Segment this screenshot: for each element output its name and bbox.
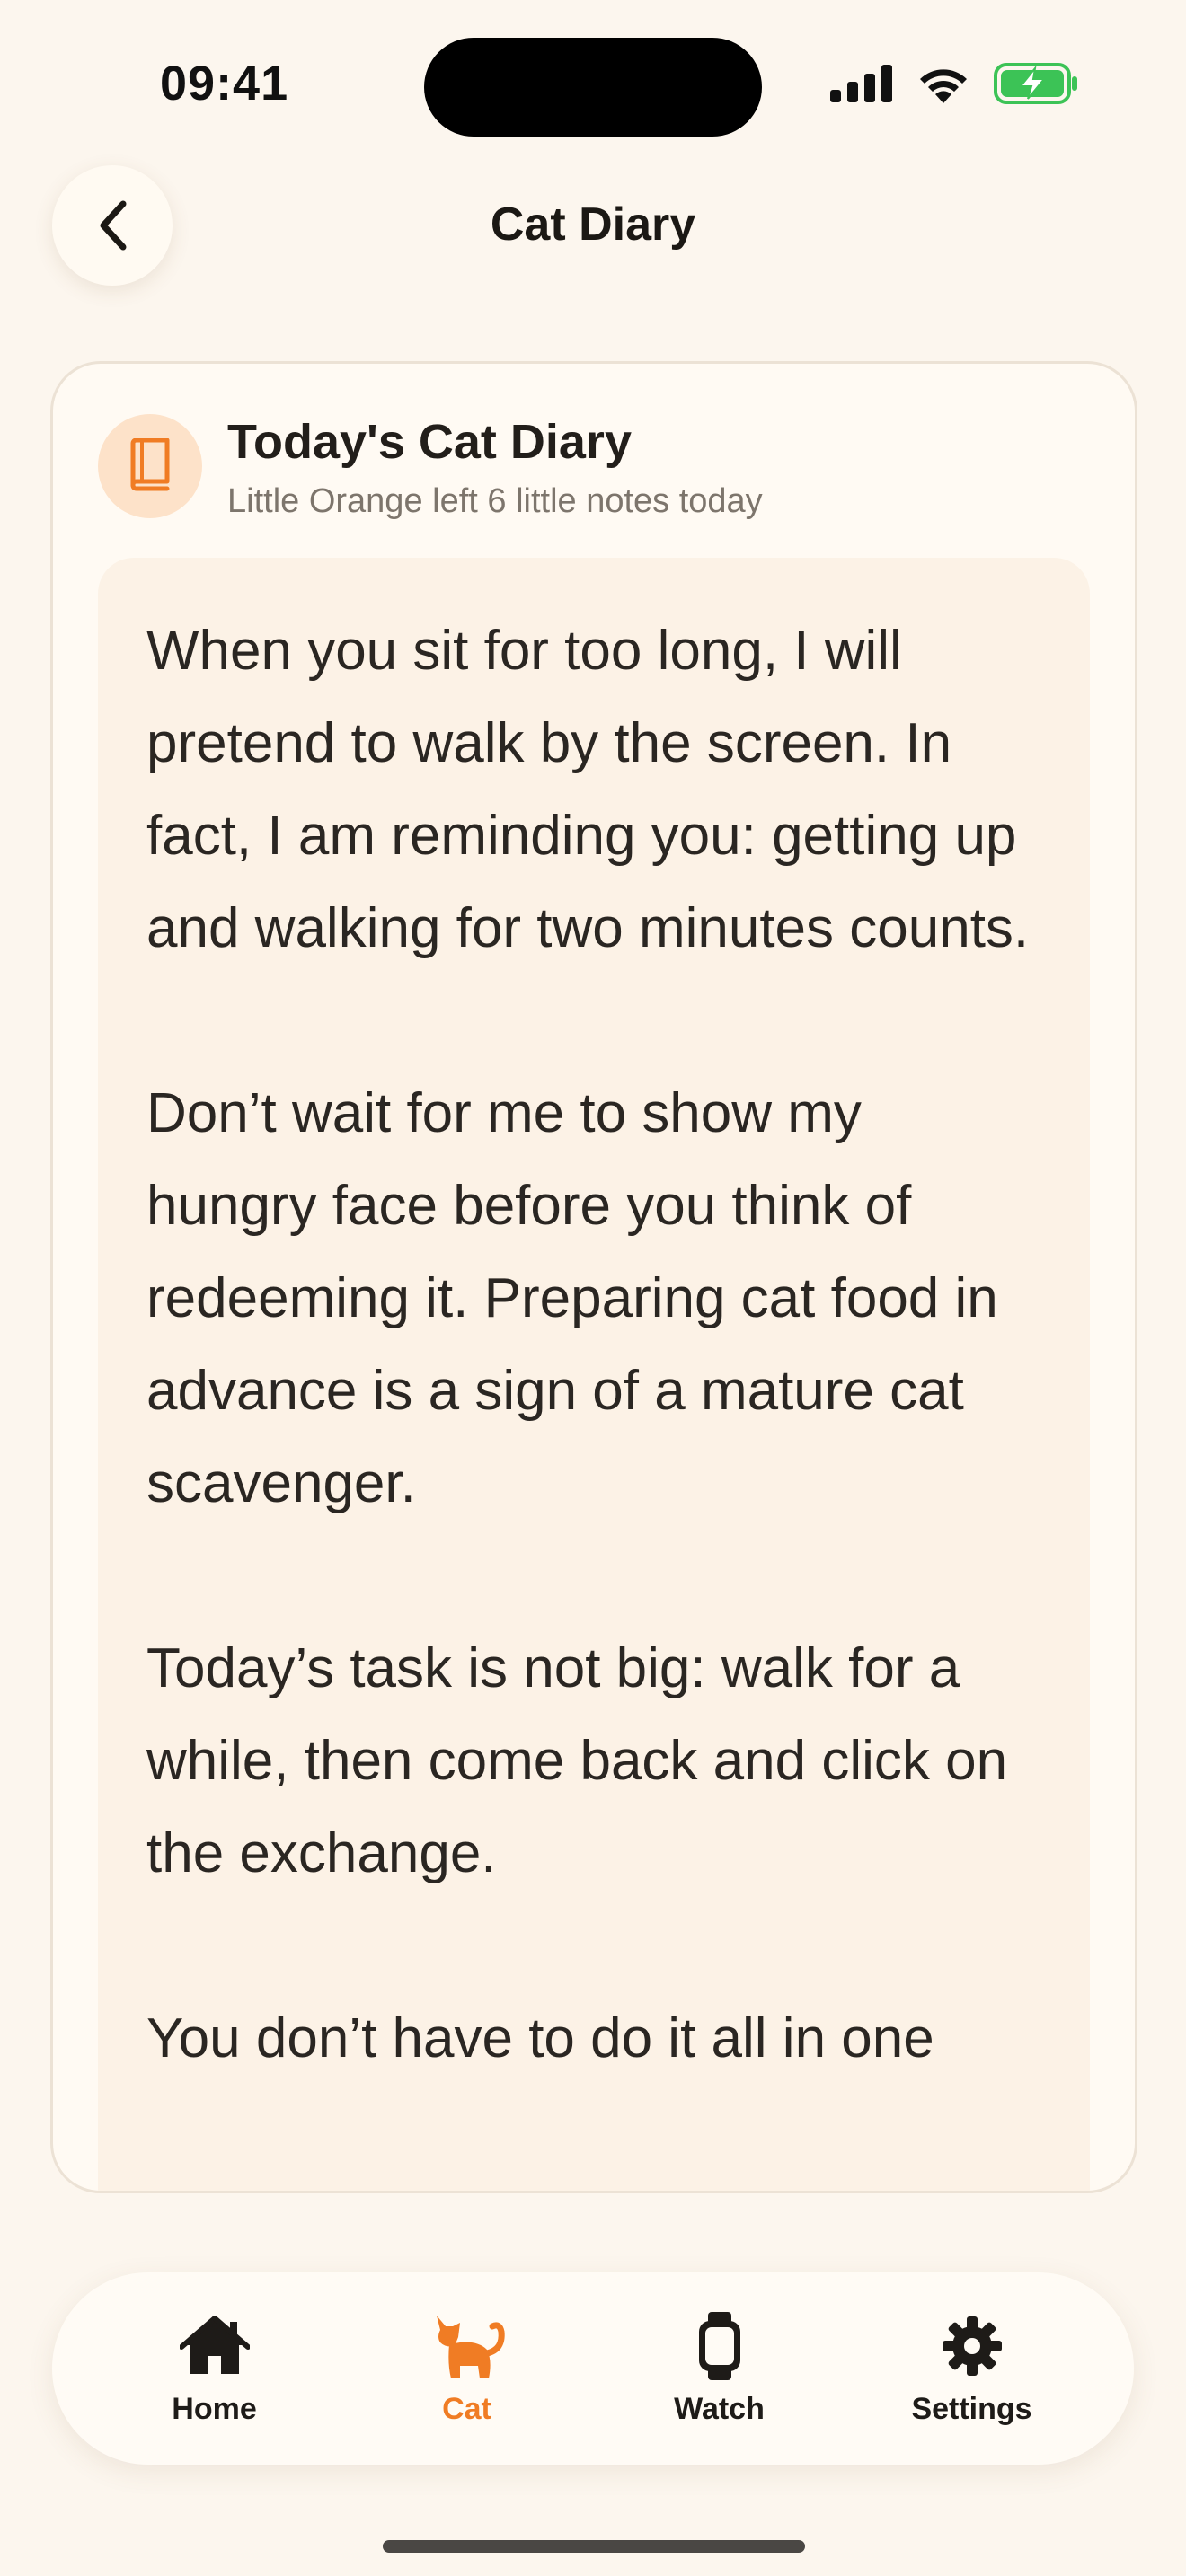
cat-icon [436,2315,505,2378]
diary-entry: Today’s task is not big: walk for a whil… [146,1637,1008,1884]
cat-diary-screen: 09:41 Cat Diary Today's Cat Diary Little… [0,0,1186,2576]
tab-bar: Home Cat Watch Settings [52,2272,1134,2465]
battery-charging-icon [994,63,1077,104]
watch-icon [698,2311,740,2380]
house-icon [179,2315,250,2374]
diary-entries[interactable]: When you sit for too long, I will preten… [98,558,1090,2191]
wifi-icon [920,69,967,103]
dynamic-island [424,38,762,137]
page-title: Cat Diary [490,198,696,251]
diary-card: Today's Cat Diary Little Orange left 6 l… [50,361,1137,2193]
signal-icon [830,65,892,102]
tab-cat-label: Cat [442,2391,491,2426]
diary-entry: Don’t wait for me to show my hungry face… [146,1082,998,1514]
diary-card-title: Today's Cat Diary [227,415,632,469]
gear-icon [942,2316,1002,2376]
tab-watch-label: Watch [674,2391,765,2426]
tab-settings[interactable]: Settings [864,2311,1080,2427]
home-indicator[interactable] [383,2540,805,2553]
status-time: 09:41 [160,57,289,110]
diary-entry: You don’t have to do it all in one [146,2007,934,2069]
tab-home-label: Home [172,2391,257,2426]
status-icons [830,63,1078,104]
diary-card-subtitle: Little Orange left 6 little notes today [227,482,763,520]
book-icon [130,438,170,491]
tab-cat[interactable]: Cat [359,2311,575,2427]
tab-home[interactable]: Home [107,2311,323,2427]
diary-entry: When you sit for too long, I will preten… [146,620,1030,959]
diary-card-icon [98,414,202,518]
tab-watch[interactable]: Watch [612,2311,828,2427]
tab-settings-label: Settings [911,2391,1032,2426]
